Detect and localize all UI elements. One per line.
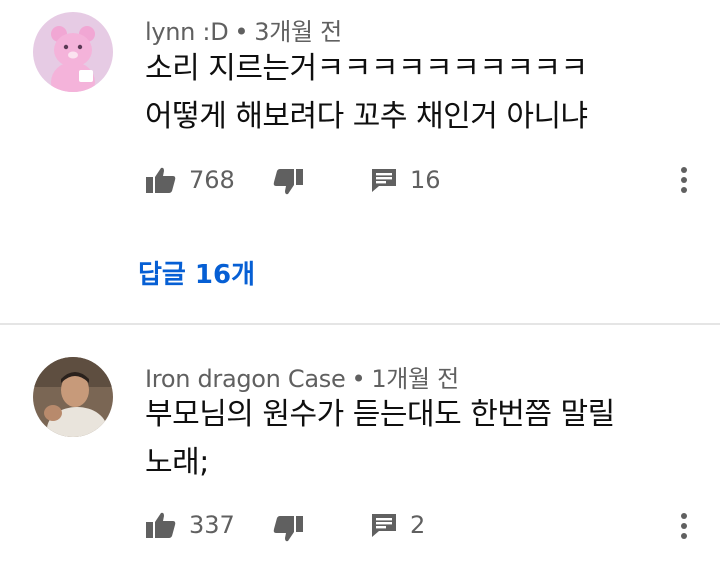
like-icon <box>146 167 176 193</box>
reply-button[interactable]: 16 <box>370 164 441 196</box>
avatar[interactable] <box>33 357 113 437</box>
comment-1: lynn :D • 3개월 전 소리 지르는거ㅋㅋㅋㅋㅋㅋㅋㅋㅋㅋ 어떻게 해보려다… <box>0 0 720 323</box>
author-name[interactable]: lynn :D <box>145 18 229 46</box>
comment-meta: lynn :D • 3개월 전 <box>145 12 342 47</box>
avatar-image <box>33 12 113 92</box>
more-button[interactable] <box>672 166 696 196</box>
comment-text-line: 어떻게 해보려다 꼬추 채인거 아니냐 <box>145 99 588 134</box>
avatar-image <box>33 357 113 437</box>
like-count: 337 <box>189 511 235 539</box>
like-count: 768 <box>189 166 235 194</box>
dislike-icon <box>273 169 303 195</box>
comment-text-line: 노래; <box>145 445 209 480</box>
like-icon <box>146 512 176 538</box>
more-icon <box>681 513 687 539</box>
more-button[interactable] <box>672 512 696 542</box>
reply-count: 2 <box>410 511 426 539</box>
timestamp[interactable]: 3개월 전 <box>254 18 342 46</box>
more-icon <box>681 167 687 193</box>
dislike-icon <box>273 516 303 542</box>
comment-2: Iron dragon Case • 1개월 전 부모님의 원수가 듣는대도 한번쯤… <box>0 325 720 565</box>
comment-text-line: 부모님의 원수가 듣는대도 한번쯤 말릴 <box>145 397 615 432</box>
dislike-button[interactable] <box>272 513 304 545</box>
comment-text: 소리 지르는거ㅋㅋㅋㅋㅋㅋㅋㅋㅋㅋ 어떻게 해보려다 꼬추 채인거 아니냐 <box>145 45 665 141</box>
timestamp[interactable]: 1개월 전 <box>371 365 459 393</box>
comment-text: 부모님의 원수가 듣는대도 한번쯤 말릴 노래; <box>145 391 665 487</box>
avatar[interactable] <box>33 12 113 92</box>
author-name[interactable]: Iron dragon Case <box>145 365 346 393</box>
dislike-button[interactable] <box>272 166 304 198</box>
comment-text-line: 소리 지르는거ㅋㅋㅋㅋㅋㅋㅋㅋㅋㅋ <box>145 51 588 86</box>
comment-meta: Iron dragon Case • 1개월 전 <box>145 359 459 394</box>
reply-count: 16 <box>410 166 441 194</box>
reply-icon <box>372 514 396 537</box>
reply-button[interactable]: 2 <box>370 509 425 541</box>
meta-separator: • <box>234 18 249 46</box>
meta-separator: • <box>351 365 366 393</box>
view-replies-link[interactable]: 답글 16개 <box>138 254 255 291</box>
like-button[interactable]: 337 <box>145 509 235 541</box>
like-button[interactable]: 768 <box>145 164 235 196</box>
reply-icon <box>372 169 396 192</box>
